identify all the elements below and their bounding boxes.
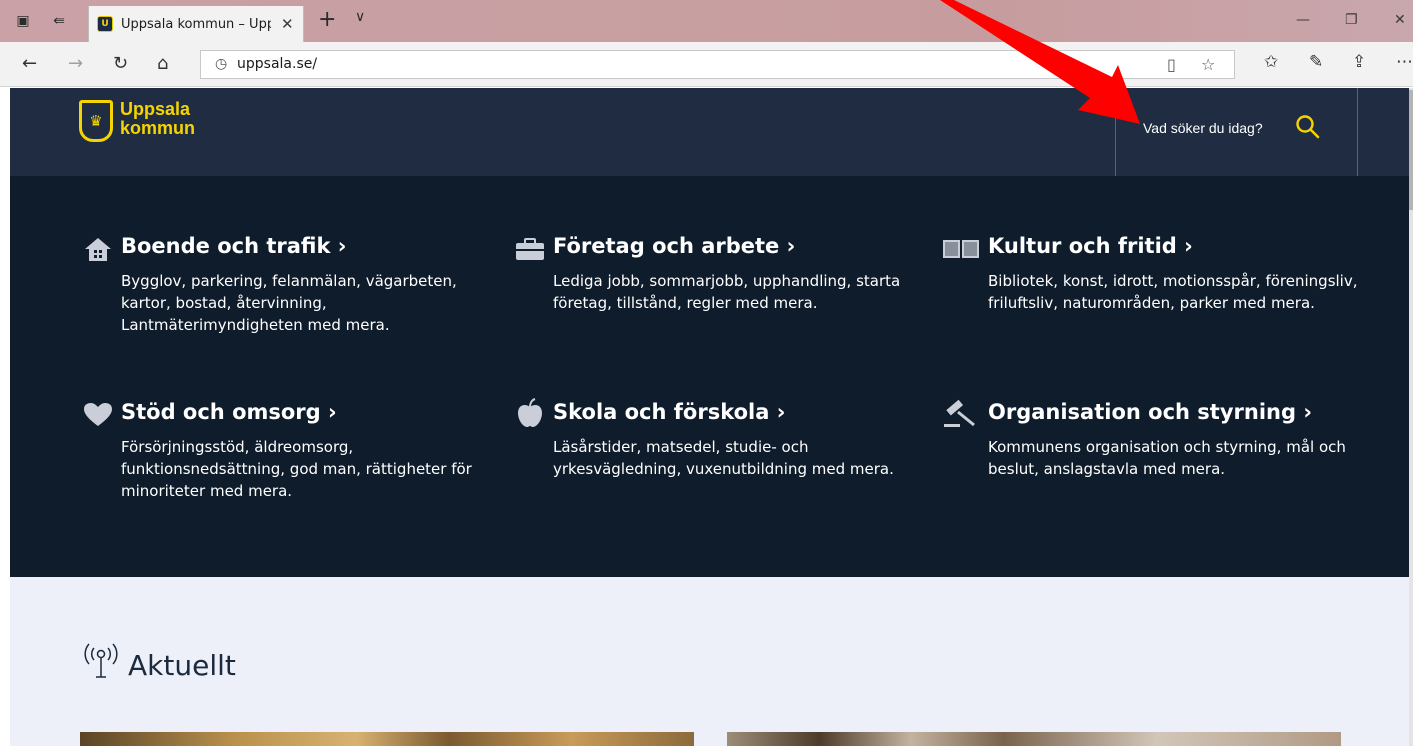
notes-pen-icon[interactable]: ✎ — [1309, 52, 1323, 72]
tab-preview-toggle-icon[interactable]: ∨ — [355, 9, 365, 25]
more-menu-icon[interactable]: ⋯ — [1396, 52, 1413, 72]
address-text[interactable]: uppsala.se/ — [237, 56, 317, 72]
address-bar[interactable]: ◷ uppsala.se/ ▯ ☆ — [200, 50, 1235, 79]
category-description: Försörjningsstöd, äldreomsorg, funktions… — [121, 438, 472, 500]
share-icon[interactable]: ⇪ — [1352, 52, 1366, 72]
category-description: Kommunens organisation och styrning, mål… — [988, 438, 1346, 478]
category-title[interactable]: Kultur och fritid › — [988, 234, 1193, 258]
tab-title: Uppsala kommun – Upp — [121, 16, 271, 32]
favorites-hub-icon[interactable]: ✩ — [1264, 52, 1278, 72]
book-icon — [943, 240, 979, 258]
browser-nav-bar: ← → ↻ ⌂ ◷ uppsala.se/ ▯ ☆ ✩ ✎ ⇪ ⋯ — [0, 42, 1413, 87]
maximize-button[interactable]: ❐ — [1345, 12, 1358, 28]
heart-icon — [84, 403, 112, 426]
minimize-button[interactable]: — — [1296, 12, 1310, 28]
site-logo[interactable]: Uppsala kommun — [120, 100, 195, 138]
logo-line-1: Uppsala — [120, 99, 191, 119]
uppsala-crest-icon[interactable]: ♛ — [79, 100, 113, 142]
category-title[interactable]: Företag och arbete › — [553, 234, 795, 258]
apple-icon — [518, 398, 542, 427]
tab-close-icon[interactable]: ✕ — [281, 15, 294, 33]
gavel-icon — [944, 399, 975, 427]
tab-actions-icon[interactable]: ▣ — [14, 12, 32, 30]
broadcast-icon — [84, 643, 118, 678]
news-section: Aktuellt — [10, 577, 1413, 746]
close-window-button[interactable]: ✕ — [1394, 12, 1406, 28]
house-icon — [85, 238, 111, 261]
forward-arrow-icon[interactable]: → — [68, 53, 83, 75]
category-description: Bygglov, parkering, felanmälan, vägarbet… — [121, 272, 457, 334]
set-tabs-aside-icon[interactable]: ⇚ — [50, 12, 68, 30]
favorite-star-icon[interactable]: ☆ — [1201, 55, 1215, 74]
scrollbar-thumb[interactable] — [1409, 90, 1413, 210]
category-description: Lediga jobb, sommarjobb, upphandling, st… — [553, 272, 901, 312]
site-header: ♛ Uppsala kommun Vad söker du idag? — [10, 88, 1413, 176]
category-description: Bibliotek, konst, idrott, motionsspår, f… — [988, 272, 1358, 312]
category-title[interactable]: Organisation och styrning › — [988, 400, 1312, 424]
section-title: Aktuellt — [128, 649, 236, 682]
home-icon[interactable]: ⌂ — [157, 53, 168, 75]
new-tab-button[interactable]: + — [318, 7, 336, 32]
browser-tab-bar: ▣ ⇚ U Uppsala kommun – Upp ✕ + ∨ — ❐ ✕ — [0, 0, 1413, 42]
category-title[interactable]: Boende och trafik › — [121, 234, 346, 258]
search-icon[interactable] — [1295, 114, 1321, 140]
refresh-icon[interactable]: ↻ — [113, 53, 128, 75]
briefcase-icon — [516, 238, 544, 260]
category-title[interactable]: Stöd och omsorg › — [121, 400, 337, 424]
news-image[interactable] — [727, 732, 1341, 746]
header-divider — [1115, 88, 1116, 176]
site-favicon-icon: U — [97, 16, 113, 32]
category-title[interactable]: Skola och förskola › — [553, 400, 785, 424]
logo-line-2: kommun — [120, 118, 196, 138]
history-clock-icon: ◷ — [215, 56, 228, 72]
back-arrow-icon[interactable]: ← — [22, 53, 37, 75]
header-divider — [1357, 88, 1358, 176]
category-description: Läsårstider, matsedel, studie- och yrkes… — [553, 438, 894, 478]
reading-view-icon[interactable]: ▯ — [1167, 55, 1176, 74]
search-input[interactable]: Vad söker du idag? — [1143, 120, 1263, 136]
news-image[interactable] — [80, 732, 694, 746]
category-grid: Boende och trafik › Bygglov, parkering, … — [10, 176, 1413, 577]
browser-tab[interactable]: U Uppsala kommun – Upp ✕ — [88, 6, 304, 42]
